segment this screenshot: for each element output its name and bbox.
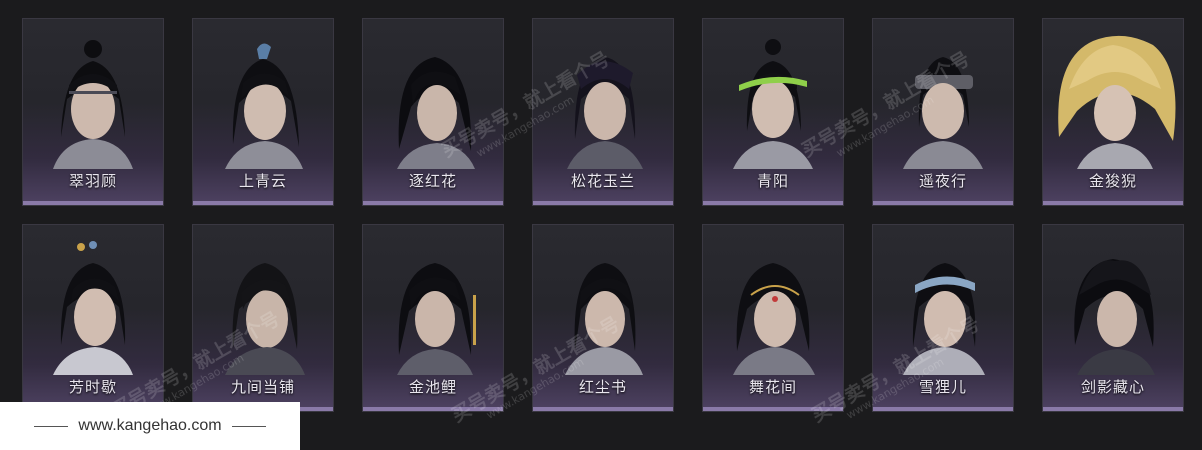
character-portrait — [225, 43, 303, 169]
character-portrait — [53, 40, 133, 169]
character-name: 芳时歇 — [68, 378, 117, 396]
character-card[interactable]: 九间当铺 — [192, 224, 334, 412]
character-portrait — [733, 39, 813, 169]
character-portrait — [567, 57, 643, 169]
footer-divider-left — [34, 425, 69, 427]
character-name: 金狻猊 — [1088, 172, 1137, 190]
character-name: 翠羽顾 — [68, 172, 117, 190]
character-card[interactable]: 青阳 — [702, 18, 844, 206]
character-portrait — [903, 263, 985, 375]
character-portrait — [53, 241, 133, 375]
character-portrait — [1074, 259, 1155, 375]
character-name: 雪狸儿 — [918, 378, 967, 396]
character-name: 剑影藏心 — [1080, 378, 1145, 396]
character-card[interactable]: 松花玉兰 — [532, 18, 674, 206]
character-name: 上青云 — [238, 172, 287, 190]
character-card[interactable]: 遥夜行 — [872, 18, 1014, 206]
footer-url: www.kangehao.com — [78, 417, 222, 434]
character-portrait — [733, 263, 815, 375]
character-card[interactable]: 上青云 — [192, 18, 334, 206]
character-name: 舞花间 — [748, 378, 797, 396]
character-card[interactable]: 翠羽顾 — [22, 18, 164, 206]
character-card[interactable]: 逐红花 — [362, 18, 504, 206]
character-card[interactable]: 金狻猊 — [1042, 18, 1184, 206]
character-card[interactable]: 舞花间 — [702, 224, 844, 412]
character-name: 九间当铺 — [230, 378, 295, 396]
character-portrait — [565, 263, 643, 375]
character-card[interactable]: 雪狸儿 — [872, 224, 1014, 412]
character-portrait — [397, 57, 475, 169]
character-name: 松花玉兰 — [570, 172, 635, 190]
character-portrait — [903, 57, 983, 169]
character-portrait — [397, 263, 476, 375]
character-name: 逐红花 — [408, 172, 457, 190]
character-card[interactable]: 剑影藏心 — [1042, 224, 1184, 412]
character-card[interactable]: 金池鲤 — [362, 224, 504, 412]
character-grid: 翠羽顾 上青云 逐红花 松花玉兰 青阳 遥夜行 金狻猊 芳时歇 九间当铺 金池鲤… — [22, 18, 1184, 412]
character-card[interactable]: 红尘书 — [532, 224, 674, 412]
character-portrait — [225, 263, 305, 375]
character-portrait — [1058, 35, 1176, 169]
character-name: 遥夜行 — [918, 172, 967, 190]
character-name: 青阳 — [756, 172, 789, 190]
site-footer-banner: www.kangehao.com — [0, 402, 300, 450]
character-card[interactable]: 芳时歇 — [22, 224, 164, 412]
footer-divider-right — [231, 425, 266, 427]
character-name: 金池鲤 — [408, 378, 457, 396]
character-name: 红尘书 — [578, 378, 627, 396]
